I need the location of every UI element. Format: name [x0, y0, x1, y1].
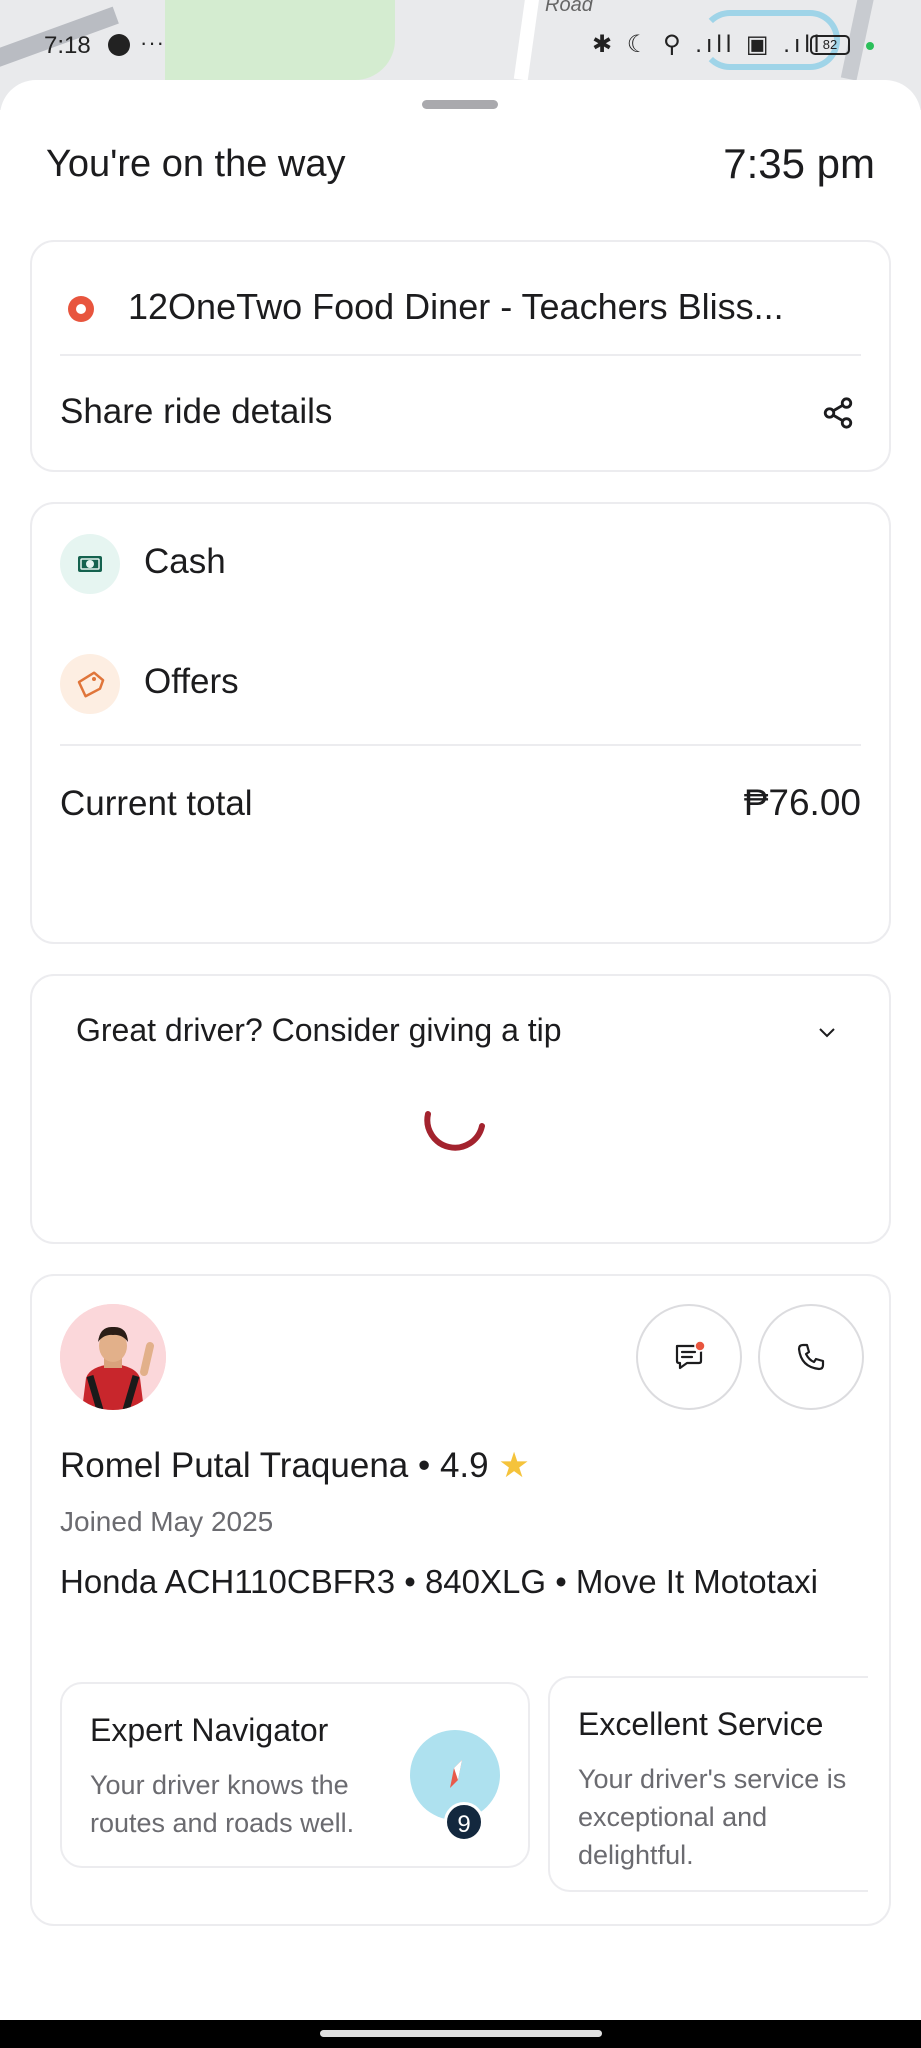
- divider: [60, 354, 861, 356]
- driver-avatar[interactable]: [60, 1304, 166, 1410]
- separator: •: [408, 1446, 440, 1485]
- badge-card-excellent-service[interactable]: Excellent Service Your driver's service …: [548, 1676, 868, 1892]
- tag-icon: [60, 654, 120, 714]
- share-ride-label: Share ride details: [60, 392, 333, 431]
- eta-time: 7:35 pm: [723, 140, 875, 187]
- badge-title: Expert Navigator: [90, 1712, 329, 1748]
- tip-title: Great driver? Consider giving a tip: [76, 1012, 562, 1048]
- phone-icon: [797, 1343, 825, 1371]
- current-total-value: ₱76.00: [743, 782, 861, 823]
- destination-card: 12OneTwo Food Diner - Teachers Bliss... …: [30, 240, 891, 472]
- badge-count: 9: [444, 1802, 484, 1842]
- status-bar: 7:18 ··· ✱ ☾ ⚲ .ıll ▣ .ıll 82: [0, 0, 921, 90]
- sheet-drag-handle[interactable]: [422, 100, 498, 109]
- badge-description: Your driver knows the routes and roads w…: [90, 1770, 355, 1838]
- status-icons: ✱ ☾ ⚲ .ıll ▣ .ıll: [592, 31, 824, 58]
- battery-icon: 82: [810, 35, 850, 55]
- chevron-down-icon: [819, 1028, 835, 1038]
- destination-name[interactable]: 12OneTwo Food Diner - Teachers Bliss...: [128, 286, 784, 328]
- destination-pin-icon: [68, 296, 94, 322]
- messenger-icon: [108, 34, 130, 56]
- driver-card: Romel Putal Traquena • 4.9 ★ Joined May …: [30, 1274, 891, 1926]
- badge-description: Your driver's service is exceptional and…: [578, 1764, 847, 1870]
- driver-name-rating: Romel Putal Traquena • 4.9 ★: [60, 1446, 530, 1486]
- divider: [60, 744, 861, 746]
- more-notifications-icon: ···: [140, 30, 165, 55]
- system-nav-bar: [0, 2020, 921, 2048]
- trip-status-title: You're on the way: [46, 143, 346, 185]
- chat-icon: [675, 1340, 706, 1370]
- badge-card-expert-navigator[interactable]: Expert Navigator Your driver knows the r…: [60, 1682, 530, 1868]
- chat-button[interactable]: [636, 1304, 742, 1410]
- star-icon: ★: [498, 1446, 530, 1485]
- ride-sheet: You're on the way 7:35 pm 12OneTwo Food …: [0, 80, 921, 2020]
- cash-icon: [60, 534, 120, 594]
- current-total-label: Current total: [60, 784, 253, 823]
- driver-joined-date: Joined May 2025: [60, 1506, 274, 1537]
- vehicle-details: Honda ACH110CBFR3 • 840XLG • Move It Mot…: [60, 1563, 819, 1600]
- share-icon: [823, 397, 853, 429]
- loading-spinner: [424, 1111, 485, 1151]
- status-time: 7:18: [44, 32, 91, 59]
- call-button[interactable]: [758, 1304, 864, 1410]
- tip-card: Great driver? Consider giving a tip: [30, 974, 891, 1244]
- payment-method-label: Cash: [144, 542, 226, 581]
- offers-label: Offers: [144, 662, 239, 701]
- payment-card: Cash Offers Current total ₱76.00: [30, 502, 891, 944]
- driver-rating: 4.9: [439, 1446, 489, 1485]
- privacy-indicator: [866, 42, 874, 50]
- home-gesture-handle[interactable]: [320, 2030, 602, 2037]
- badge-title: Excellent Service: [578, 1706, 824, 1742]
- driver-name: Romel Putal Traquena: [60, 1446, 409, 1485]
